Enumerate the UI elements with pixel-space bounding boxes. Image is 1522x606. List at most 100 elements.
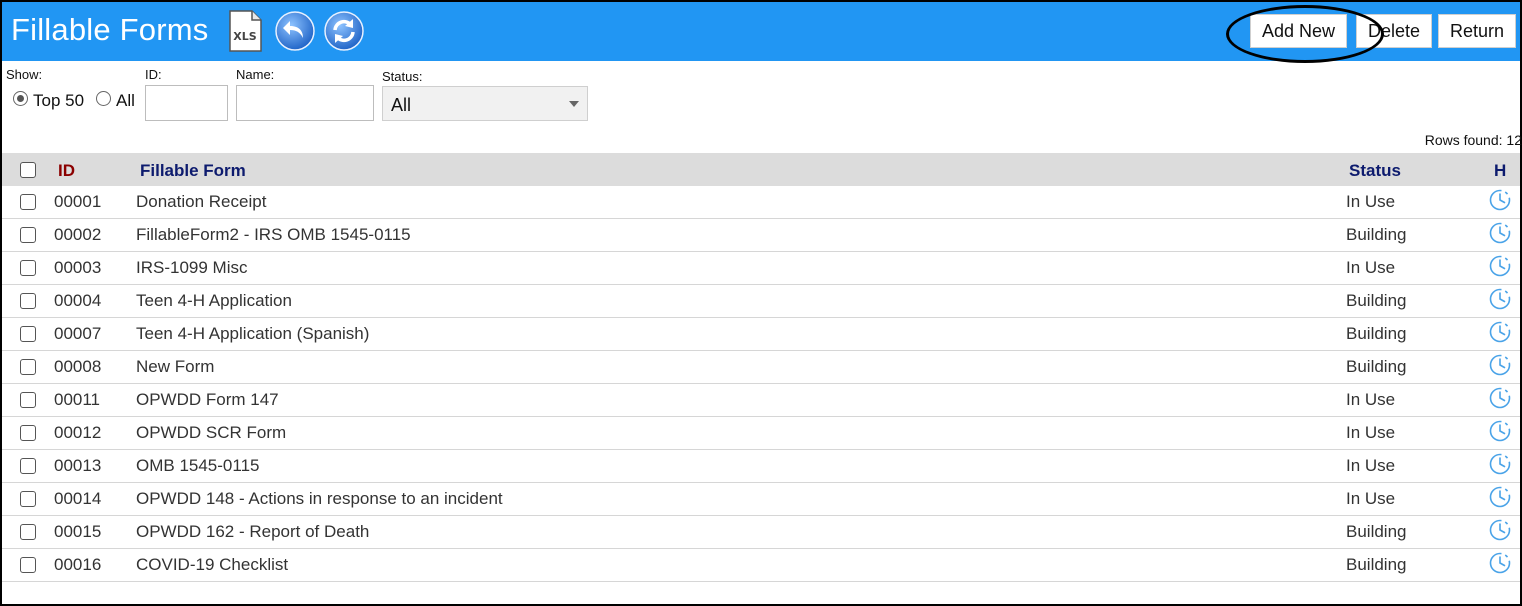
table-row[interactable]: 00012 OPWDD SCR Form In Use: [2, 417, 1520, 450]
delete-button[interactable]: Delete: [1356, 14, 1432, 48]
add-new-button[interactable]: Add New: [1250, 14, 1347, 48]
row-id[interactable]: 00001: [54, 192, 101, 212]
row-checkbox[interactable]: [20, 425, 36, 441]
row-status: In Use: [1346, 423, 1396, 442]
name-filter-input[interactable]: [236, 85, 374, 121]
clock-history-icon[interactable]: [1488, 518, 1512, 542]
show-top50-radio[interactable]: [13, 91, 28, 106]
table-row[interactable]: 00011 OPWDD Form 147 In Use: [2, 384, 1520, 417]
row-status: In Use: [1346, 192, 1396, 211]
status-filter-label: Status:: [382, 69, 423, 84]
row-checkbox[interactable]: [20, 293, 36, 309]
table-row[interactable]: 00015 OPWDD 162 - Report of Death Building: [2, 516, 1520, 549]
row-form-name[interactable]: FillableForm2 - IRS OMB 1545-0115: [136, 225, 411, 245]
clock-history-icon[interactable]: [1488, 419, 1512, 443]
row-status: Building: [1346, 291, 1407, 310]
row-form-name[interactable]: New Form: [136, 357, 214, 377]
table-row[interactable]: 00001 Donation Receipt In Use: [2, 186, 1520, 219]
row-status: Building: [1346, 522, 1407, 541]
row-status: Building: [1346, 357, 1407, 376]
row-form-name[interactable]: Teen 4-H Application: [136, 291, 292, 311]
row-form-name[interactable]: Donation Receipt: [136, 192, 266, 212]
row-id[interactable]: 00003: [54, 258, 101, 278]
row-status: Building: [1346, 555, 1407, 574]
clock-history-icon[interactable]: [1488, 320, 1512, 344]
row-status: In Use: [1346, 489, 1396, 508]
row-id[interactable]: 00007: [54, 324, 101, 344]
column-header-id[interactable]: ID: [58, 161, 75, 181]
row-form-name[interactable]: IRS-1099 Misc: [136, 258, 247, 278]
show-all-label: All: [116, 91, 135, 110]
row-form-name[interactable]: OPWDD 162 - Report of Death: [136, 522, 369, 542]
row-status: Building: [1346, 225, 1407, 244]
clock-history-icon[interactable]: [1488, 551, 1512, 575]
back-arrow-icon[interactable]: [275, 11, 315, 51]
clock-history-icon[interactable]: [1488, 287, 1512, 311]
clock-history-icon[interactable]: [1488, 485, 1512, 509]
row-checkbox[interactable]: [20, 194, 36, 210]
select-all-checkbox[interactable]: [20, 162, 36, 178]
row-id[interactable]: 00016: [54, 555, 101, 575]
return-button[interactable]: Return: [1438, 14, 1516, 48]
row-checkbox[interactable]: [20, 359, 36, 375]
clock-history-icon[interactable]: [1488, 254, 1512, 278]
clock-history-icon[interactable]: [1488, 221, 1512, 245]
table-row[interactable]: 00016 COVID-19 Checklist Building: [2, 549, 1520, 582]
show-top50-label: Top 50: [33, 91, 85, 110]
row-id[interactable]: 00004: [54, 291, 101, 311]
table-row[interactable]: 00004 Teen 4-H Application Building: [2, 285, 1520, 318]
row-id[interactable]: 00012: [54, 423, 101, 443]
row-form-name[interactable]: COVID-19 Checklist: [136, 555, 288, 575]
column-header-status[interactable]: Status: [1349, 161, 1401, 181]
row-checkbox[interactable]: [20, 557, 36, 573]
id-filter-input[interactable]: [145, 85, 228, 121]
table-header: ID Fillable Form Status H: [2, 153, 1520, 186]
table-row[interactable]: 00014 OPWDD 148 - Actions in response to …: [2, 483, 1520, 516]
rows-found-count: Rows found: 12: [1424, 132, 1522, 148]
show-all-radio[interactable]: [96, 91, 111, 106]
clock-history-icon[interactable]: [1488, 386, 1512, 410]
row-checkbox[interactable]: [20, 458, 36, 474]
row-form-name[interactable]: Teen 4-H Application (Spanish): [136, 324, 369, 344]
row-id[interactable]: 00002: [54, 225, 101, 245]
clock-history-icon[interactable]: [1488, 452, 1512, 476]
row-status: In Use: [1346, 456, 1396, 475]
page-title: Fillable Forms: [11, 12, 209, 47]
column-header-fillable-form[interactable]: Fillable Form: [140, 161, 246, 181]
row-checkbox[interactable]: [20, 524, 36, 540]
table-row[interactable]: 00013 OMB 1545-0115 In Use: [2, 450, 1520, 483]
row-checkbox[interactable]: [20, 491, 36, 507]
id-filter-label: ID:: [145, 67, 162, 82]
row-form-name[interactable]: OPWDD 148 - Actions in response to an in…: [136, 489, 503, 509]
refresh-icon[interactable]: [324, 11, 364, 51]
row-form-name[interactable]: OPWDD Form 147: [136, 390, 279, 410]
table-row[interactable]: 00007 Teen 4-H Application (Spanish) Build…: [2, 318, 1520, 351]
xls-icon-label: XLS: [233, 30, 256, 43]
column-header-history: H: [1494, 161, 1507, 180]
chevron-down-icon: [569, 101, 579, 107]
xls-export-icon[interactable]: XLS: [228, 10, 262, 52]
name-filter-label: Name:: [236, 67, 275, 82]
row-status: In Use: [1346, 390, 1396, 409]
row-status: In Use: [1346, 258, 1396, 277]
row-id[interactable]: 00008: [54, 357, 101, 377]
row-form-name[interactable]: OMB 1545-0115: [136, 456, 259, 476]
row-id[interactable]: 00015: [54, 522, 101, 542]
show-label: Show:: [6, 67, 43, 82]
clock-history-icon[interactable]: [1488, 188, 1512, 212]
table-row[interactable]: 00002 FillableForm2 - IRS OMB 1545-0115 Bu…: [2, 219, 1520, 252]
table-row[interactable]: 00003 IRS-1099 Misc In Use: [2, 252, 1520, 285]
status-select[interactable]: All: [382, 86, 588, 121]
row-checkbox[interactable]: [20, 326, 36, 342]
table-row[interactable]: 00008 New Form Building: [2, 351, 1520, 384]
clock-history-icon[interactable]: [1488, 353, 1512, 377]
top-bar: Fillable Forms XLS Add New Delete Return: [2, 2, 1520, 61]
row-form-name[interactable]: OPWDD SCR Form: [136, 423, 286, 443]
row-id[interactable]: 00014: [54, 489, 101, 509]
row-status: Building: [1346, 324, 1407, 343]
row-checkbox[interactable]: [20, 392, 36, 408]
row-id[interactable]: 00013: [54, 456, 101, 476]
row-checkbox[interactable]: [20, 260, 36, 276]
row-checkbox[interactable]: [20, 227, 36, 243]
row-id[interactable]: 00011: [54, 390, 100, 410]
